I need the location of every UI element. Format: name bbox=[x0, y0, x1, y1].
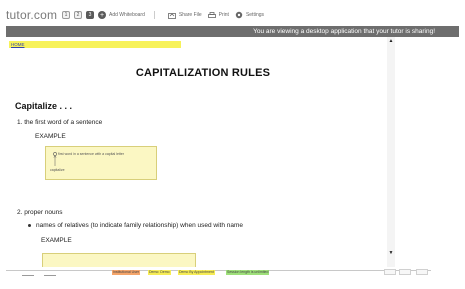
example-1-label: EXAMPLE bbox=[35, 133, 66, 140]
scroll-up-arrow-icon[interactable]: ▲ bbox=[387, 37, 395, 45]
status-divider bbox=[6, 270, 431, 271]
status-dash bbox=[22, 275, 34, 276]
sharing-banner: You are viewing a desktop application th… bbox=[6, 26, 459, 37]
page-3-button[interactable]: 3 bbox=[86, 11, 94, 19]
status-badge-appointment: Demo By Appointment bbox=[178, 270, 215, 275]
bottom-control[interactable] bbox=[384, 269, 396, 275]
example-2-note bbox=[42, 253, 196, 267]
rule-1-text: 1. the first word of a sentence bbox=[17, 119, 103, 126]
bottom-control[interactable] bbox=[399, 269, 411, 275]
top-toolbar: tutor.com 1 2 3 + Add Whiteboard Share F… bbox=[6, 8, 459, 22]
capitalize-heading: Capitalize . . . bbox=[15, 101, 73, 111]
status-badge-institutional: Institutional User bbox=[112, 270, 141, 275]
scroll-down-arrow-icon[interactable]: ▼ bbox=[387, 249, 395, 257]
home-link[interactable]: HOME bbox=[9, 41, 181, 48]
print-icon[interactable] bbox=[207, 11, 216, 19]
bullet-icon bbox=[28, 223, 31, 227]
bullet-item-text: names of relatives (to indicate family r… bbox=[36, 222, 244, 229]
bottom-control[interactable] bbox=[416, 269, 428, 275]
status-badge-demo: Demo: Demo bbox=[148, 270, 171, 275]
status-badge-session-length: Session length is unlimited bbox=[226, 270, 270, 275]
example-1-note: first word in a sentence with a capital … bbox=[45, 146, 157, 180]
gear-icon[interactable] bbox=[235, 11, 243, 19]
vertical-scrollbar[interactable]: ▲ ▼ bbox=[387, 37, 395, 267]
document-title: CAPITALIZATION RULES bbox=[135, 67, 271, 79]
status-dash bbox=[44, 275, 56, 276]
add-whiteboard-icon[interactable]: + bbox=[98, 11, 106, 19]
tutor-session-window: tutor.com 1 2 3 + Add Whiteboard Share F… bbox=[0, 0, 465, 289]
example-1-note-caption: capitalize bbox=[50, 168, 65, 172]
settings-button[interactable]: Settings bbox=[246, 12, 264, 18]
share-file-button[interactable]: Share File bbox=[179, 12, 202, 18]
share-file-icon[interactable] bbox=[167, 12, 176, 19]
toolbar-divider bbox=[153, 11, 155, 19]
add-whiteboard-button[interactable]: Add Whiteboard bbox=[109, 12, 145, 18]
print-button[interactable]: Print bbox=[219, 12, 229, 18]
page-1-button[interactable]: 1 bbox=[62, 11, 70, 19]
example-2-label: EXAMPLE bbox=[41, 237, 72, 244]
tutor-logo: tutor.com bbox=[6, 8, 58, 22]
arrow-annotation-icon bbox=[53, 152, 57, 166]
page-2-button[interactable]: 2 bbox=[74, 11, 82, 19]
example-1-note-text: first word in a sentence with a capital … bbox=[58, 152, 124, 156]
rule-2-text: 2. proper nouns bbox=[17, 209, 63, 216]
bullet-item: names of relatives (to indicate family r… bbox=[28, 222, 243, 229]
